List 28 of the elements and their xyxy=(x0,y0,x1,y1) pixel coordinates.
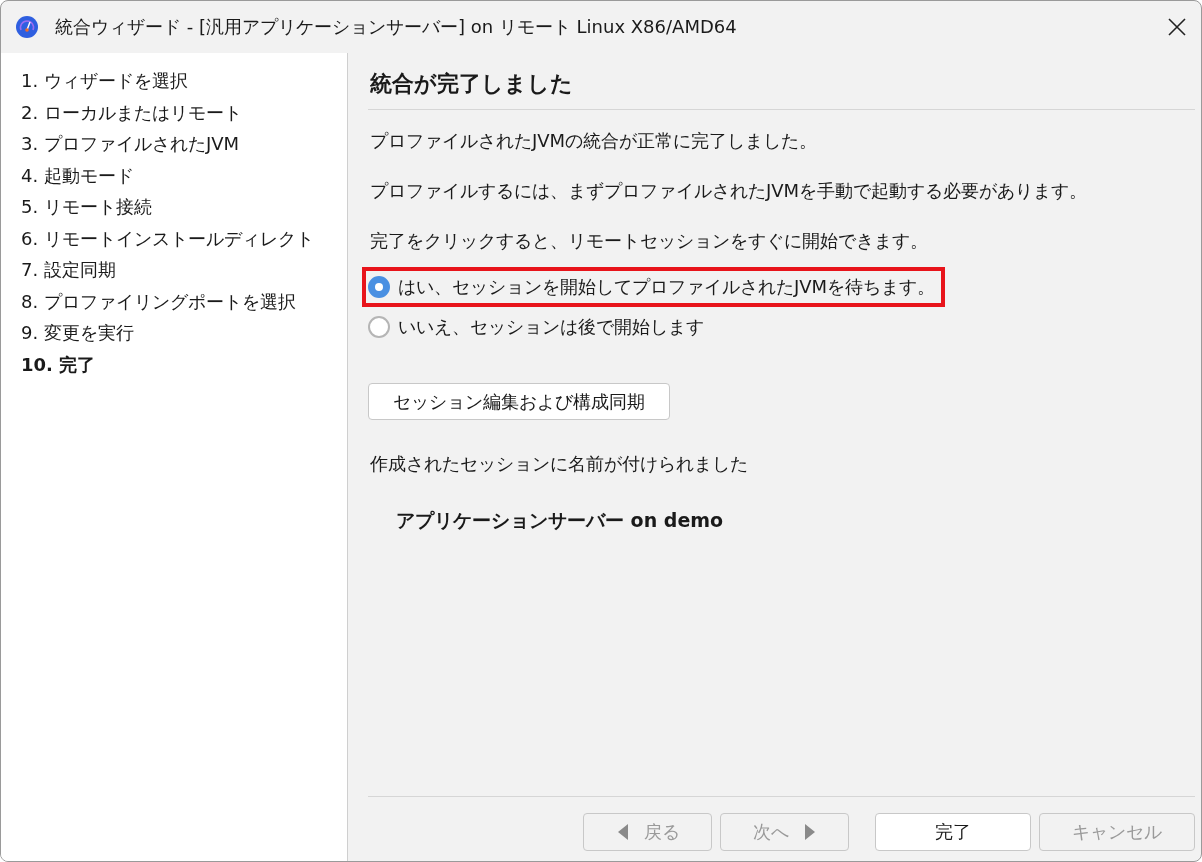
radio-option[interactable]: いいえ、セッションは後で開始します xyxy=(362,307,714,347)
radio-button[interactable] xyxy=(368,316,390,338)
info-text: プロファイルされたJVMの統合が正常に完了しました。 xyxy=(370,129,819,153)
radio-option[interactable]: はい、セッションを開始してプロファイルされたJVMを待ちます。 xyxy=(362,267,946,307)
step-item: 5. リモート接続 xyxy=(21,195,153,219)
close-icon[interactable] xyxy=(1167,17,1187,37)
window-title: 統合ウィザード - [汎用アプリケーションサーバー] on リモート Linux X86/AMD64 xyxy=(55,15,738,39)
step-item: 8. プロファイリングポートを選択 xyxy=(21,289,297,314)
radio-button[interactable] xyxy=(368,276,390,298)
radio-label: はい、セッションを開始してプロファイルされたJVMを待ちます。 xyxy=(398,275,936,299)
session-name: アプリケーションサーバー on demo xyxy=(396,508,725,533)
page-heading: 統合が完了しました xyxy=(368,53,1195,110)
edit-session-button[interactable]: セッション編集および構成同期 xyxy=(368,383,670,420)
step-item: 10. 完了 xyxy=(21,352,97,377)
gauge-icon xyxy=(15,15,39,39)
info-text: プロファイルするには、まずプロファイルされたJVMを手動で起動する必要があります。 xyxy=(370,179,1089,203)
step-item: 4. 起動モード xyxy=(21,163,135,188)
step-item: 2. ローカルまたはリモート xyxy=(21,100,243,125)
step-item: 3. プロファイルされたJVM xyxy=(21,132,241,156)
right-triangle-icon xyxy=(802,823,817,841)
info-text: 完了をクリックすると、リモートセッションをすぐに開始できます。 xyxy=(370,229,929,253)
step-item: 1. ウィザードを選択 xyxy=(21,69,189,93)
radio-label: いいえ、セッションは後で開始します xyxy=(398,315,704,339)
step-item: 7. 設定同期 xyxy=(21,258,117,282)
session-note: 作成されたセッションに名前が付けられました xyxy=(370,452,749,476)
step-item: 6. リモートインストールディレクト xyxy=(21,226,315,251)
step-item: 9. 変更を実行 xyxy=(21,321,135,345)
dialog-button[interactable]: 完了 xyxy=(875,813,1031,851)
